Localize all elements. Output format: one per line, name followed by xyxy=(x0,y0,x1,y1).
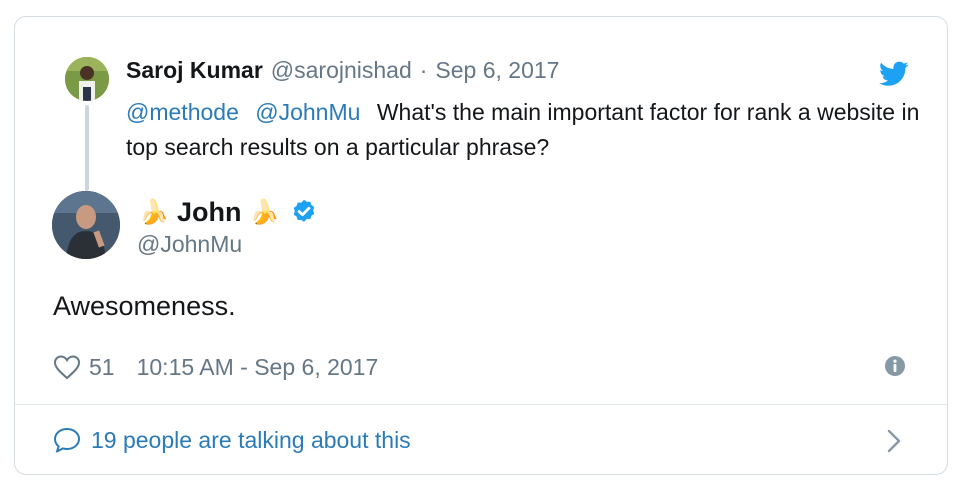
conversation-label[interactable]: 19 people are talking about this xyxy=(91,427,411,454)
parent-author-handle[interactable]: @sarojnishad xyxy=(271,57,412,84)
parent-tweet-body: What's the main important factor for ran… xyxy=(126,99,920,160)
like-count[interactable]: 51 xyxy=(89,354,115,381)
author-name[interactable]: John xyxy=(177,197,242,228)
parent-tweet-header: Saroj Kumar @sarojnishad · Sep 6, 2017 xyxy=(126,57,559,89)
author-name-row[interactable]: 🍌 John 🍌 xyxy=(137,193,318,231)
thread-connector-line xyxy=(85,105,89,191)
embedded-tweet-card: Saroj Kumar @sarojnishad · Sep 6, 2017 @… xyxy=(14,16,948,475)
chevron-right-icon[interactable] xyxy=(884,428,904,454)
tweet-text: Awesomeness. xyxy=(53,291,236,321)
comment-icon xyxy=(54,428,80,453)
header-separator: · xyxy=(419,57,428,83)
parent-tweet-date[interactable]: Sep 6, 2017 xyxy=(435,57,559,84)
info-icon[interactable] xyxy=(884,355,906,377)
tweet-timestamp[interactable]: 10:15 AM - Sep 6, 2017 xyxy=(137,354,379,381)
parent-author-avatar[interactable] xyxy=(65,57,109,101)
author-avatar[interactable] xyxy=(52,191,120,259)
banana-emoji-icon: 🍌 xyxy=(139,198,169,226)
parent-tweet-text: @methode @JohnMu What's the main importa… xyxy=(126,95,926,165)
author-handle[interactable]: @JohnMu xyxy=(137,231,242,258)
mention-link-methode[interactable]: @methode xyxy=(126,99,239,125)
card-divider xyxy=(15,404,947,405)
parent-author-name[interactable]: Saroj Kumar xyxy=(126,57,263,84)
twitter-bird-icon[interactable] xyxy=(879,61,909,87)
verified-badge-icon xyxy=(293,199,314,222)
heart-icon[interactable] xyxy=(53,354,81,380)
banana-emoji-icon: 🍌 xyxy=(249,198,280,226)
tweet-meta-row: 51 10:15 AM - Sep 6, 2017 xyxy=(53,351,378,383)
conversation-link[interactable]: 19 people are talking about this xyxy=(53,423,411,457)
mention-link-johnmu[interactable]: @JohnMu xyxy=(255,99,360,125)
